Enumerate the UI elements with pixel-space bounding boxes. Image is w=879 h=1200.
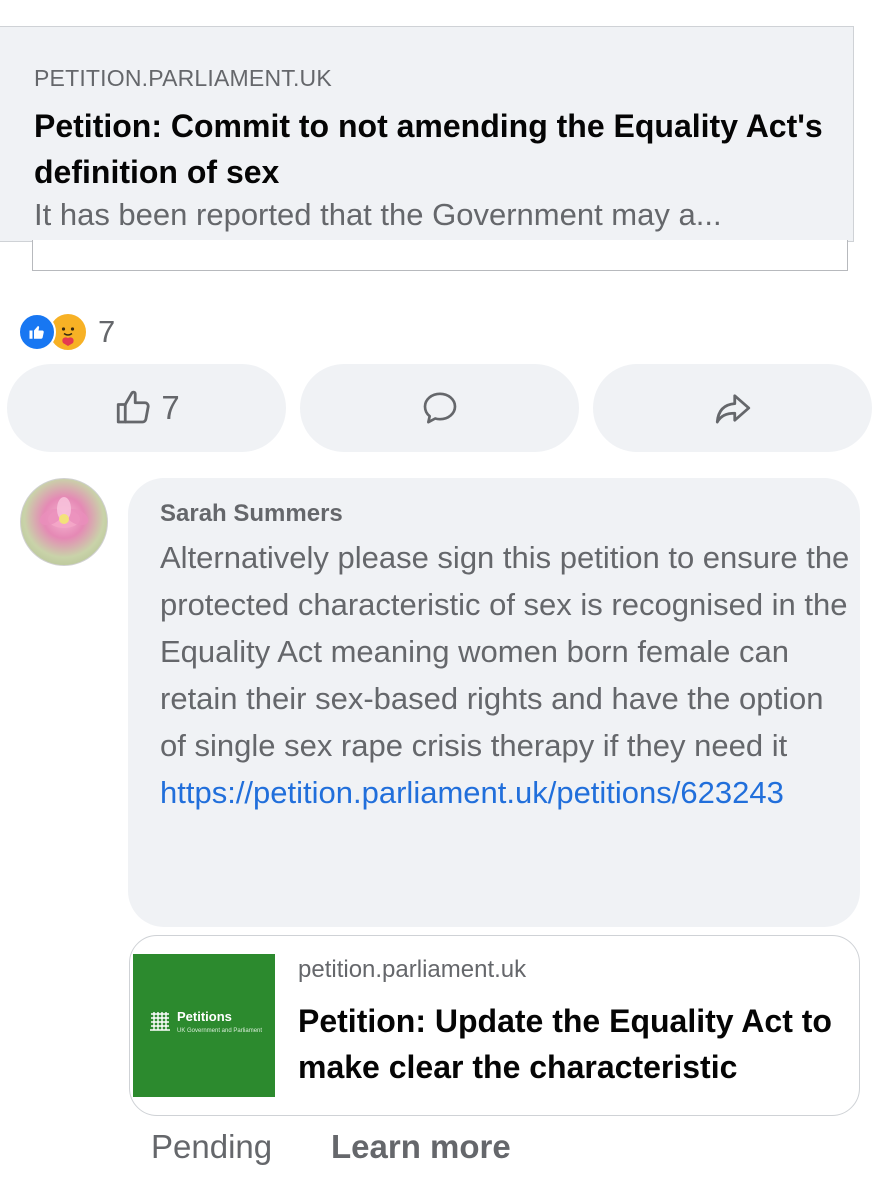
pending-status: Pending bbox=[151, 1128, 273, 1165]
link-preview-card[interactable]: Petitions UK Government and Parliament p… bbox=[129, 935, 860, 1116]
share-button[interactable] bbox=[593, 364, 872, 452]
comment-link[interactable]: https://petition.parliament.uk/petitions… bbox=[160, 775, 784, 810]
link-card-domain: PETITION.PARLIAMENT.UK bbox=[34, 65, 332, 91]
reaction-count: 7 bbox=[98, 314, 116, 349]
comment-button[interactable] bbox=[300, 364, 579, 452]
link-preview-title: Petition: Update the Equality Act to mak… bbox=[298, 1003, 832, 1085]
link-preview-domain: petition.parliament.uk bbox=[298, 956, 527, 983]
like-count: 7 bbox=[161, 389, 180, 426]
commenter-avatar[interactable] bbox=[20, 478, 108, 566]
portcullis-icon bbox=[150, 1012, 170, 1031]
share-arrow-icon bbox=[715, 394, 750, 424]
comment-bubble: Sarah Summers Alternatively please sign … bbox=[128, 478, 860, 927]
comment-bubble-icon bbox=[423, 392, 456, 424]
shared-link-card[interactable]: PETITION.PARLIAMENT.UK Petition: Commit … bbox=[0, 26, 854, 242]
embed-frame-bottom bbox=[32, 240, 848, 271]
petitions-brand: Petitions bbox=[177, 1009, 232, 1024]
like-button[interactable]: 7 bbox=[7, 364, 286, 452]
link-card-title: Petition: Commit to not amending the Equ… bbox=[34, 108, 823, 190]
comment-body: Alternatively please sign this petition … bbox=[160, 534, 850, 816]
comment-text: Alternatively please sign this petition … bbox=[160, 540, 850, 763]
thumbs-up-icon bbox=[117, 390, 150, 424]
comment-author[interactable]: Sarah Summers bbox=[160, 500, 343, 528]
link-card-description: It has been reported that the Government… bbox=[34, 197, 722, 232]
petitions-thumbnail: Petitions UK Government and Parliament bbox=[133, 954, 275, 1097]
reactions-summary[interactable]: 7 bbox=[18, 312, 115, 352]
like-reaction-icon bbox=[18, 313, 56, 351]
petitions-subbrand: UK Government and Parliament bbox=[177, 1028, 263, 1034]
learn-more-link[interactable]: Learn more bbox=[331, 1128, 511, 1166]
